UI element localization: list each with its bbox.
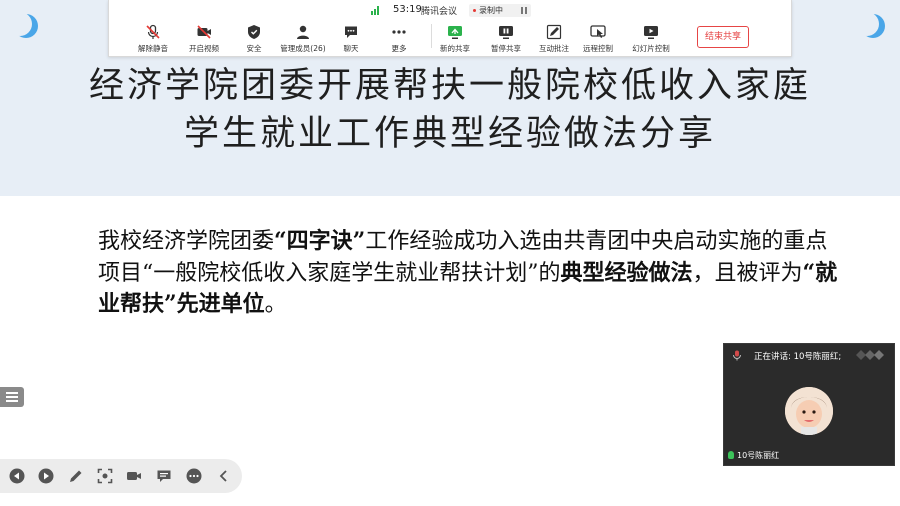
- remote-control-icon: [590, 25, 606, 38]
- previous-slide-icon[interactable]: [9, 468, 25, 484]
- speaking-indicator: 正在讲话: 10号陈丽红;: [754, 352, 842, 362]
- speaking-mic-icon: [733, 350, 741, 361]
- security-button[interactable]: 安全: [226, 20, 282, 56]
- moon-icon: [8, 12, 38, 38]
- avatar-child-photo-icon: [785, 387, 833, 435]
- recording-label: 录制中: [479, 6, 503, 15]
- participant-avatar: [785, 387, 833, 435]
- collapse-chevron-left-icon[interactable]: [216, 468, 232, 484]
- body-highlight-typical-practice: 典型经验做法: [560, 259, 693, 286]
- participant-name-tag: 10号陈丽红: [728, 450, 779, 461]
- participant-name: 10号陈丽红: [737, 451, 780, 460]
- fullscreen-icon[interactable]: [97, 468, 113, 484]
- shield-icon: [248, 25, 260, 39]
- signal-icon: [371, 6, 381, 15]
- app-name: 腾讯会议: [421, 7, 458, 17]
- signal-strength-icon: [856, 350, 884, 360]
- more-dots-icon: [392, 30, 406, 34]
- remote-control-button[interactable]: 远程控制: [570, 20, 626, 56]
- next-slide-icon[interactable]: [38, 468, 54, 484]
- meeting-timer: 53:19: [393, 4, 422, 15]
- slide-control-button[interactable]: 幻灯片控制: [623, 20, 679, 56]
- body-text-segment: 我校经济学院团委: [98, 229, 275, 254]
- members-icon: [297, 25, 309, 39]
- meeting-toolbar: 53:19 腾讯会议 录制中 解除静音 开启视频 安全 管理成员(26) 聊天 …: [108, 0, 792, 57]
- slide-list-button[interactable]: [0, 387, 24, 407]
- mic-muted-icon: [146, 24, 160, 39]
- moon-icon: [855, 12, 885, 38]
- slideshow-icon: [644, 26, 658, 39]
- remote-control-label: 远程控制: [583, 44, 613, 53]
- pause-recording-icon[interactable]: [521, 7, 527, 14]
- annotate-pen-icon: [546, 24, 562, 40]
- more-label: 更多: [391, 44, 407, 53]
- camera-off-icon: [197, 25, 211, 39]
- new-share-button[interactable]: 新的共享: [427, 20, 483, 56]
- pen-icon[interactable]: [68, 468, 84, 484]
- security-label: 安全: [246, 44, 262, 53]
- start-video-button[interactable]: 开启视频: [176, 20, 232, 56]
- slide-control-label: 幻灯片控制: [632, 44, 670, 53]
- slide-title-line-2: 学生就业工作典型经验做法分享: [183, 114, 716, 154]
- new-share-label: 新的共享: [440, 44, 470, 53]
- body-text-segment: 。: [264, 292, 287, 317]
- mic-active-icon: [728, 451, 734, 459]
- recording-badge[interactable]: 录制中: [469, 4, 531, 17]
- speaker-video-tile[interactable]: 正在讲话: 10号陈丽红; 10号陈丽红: [723, 343, 895, 466]
- end-share-button[interactable]: 结束共享: [697, 26, 749, 48]
- comment-icon[interactable]: [156, 468, 172, 484]
- presentation-control-bar: [0, 459, 242, 493]
- slide-title-line-1: 经济学院团委开展帮扶一般院校低收入家庭: [88, 66, 811, 106]
- slide-body-text: 我校经济学院团委“四字诀”工作经验成功入选由共青团中央启动实施的重点项目“一般院…: [98, 226, 838, 321]
- unmute-button[interactable]: 解除静音: [125, 20, 181, 56]
- pause-share-icon: [499, 26, 513, 39]
- body-highlight-four-character-formula: “四字诀”: [274, 228, 366, 254]
- video-camera-icon[interactable]: [126, 468, 142, 484]
- share-screen-icon: [448, 26, 462, 39]
- slide-title: 经济学院团委开展帮扶一般院校低收入家庭 学生就业工作典型经验做法分享: [0, 62, 900, 158]
- unmute-label: 解除静音: [138, 44, 168, 53]
- chat-icon: [345, 26, 357, 38]
- more-button[interactable]: 更多: [371, 20, 427, 56]
- more-options-icon[interactable]: [186, 468, 202, 484]
- start-video-label: 开启视频: [189, 44, 219, 53]
- meeting-status-row: 53:19 腾讯会议 录制中: [109, 2, 791, 18]
- body-text-segment: ，且被评为: [692, 260, 803, 286]
